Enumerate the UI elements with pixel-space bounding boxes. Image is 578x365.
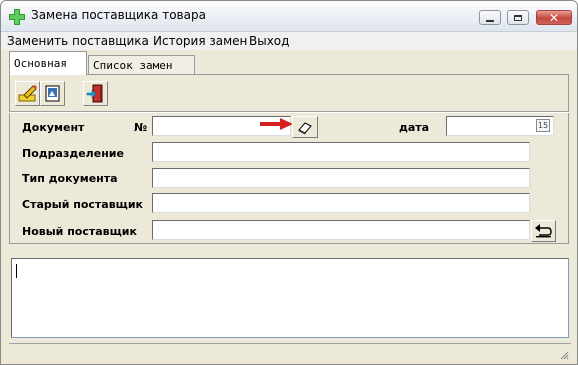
calendar-day: 15 [537, 121, 549, 130]
doctype-label: Тип документа [22, 172, 118, 185]
edit-button[interactable] [15, 81, 40, 106]
tab-main[interactable]: Основная [9, 51, 87, 75]
app-window: Замена поставщика товара ✕ Заменить пост… [0, 0, 578, 365]
document-icon [45, 85, 60, 102]
menu-history[interactable]: История замен [153, 34, 247, 48]
calendar-icon[interactable]: 15 [536, 119, 550, 132]
text-cursor [16, 264, 17, 278]
exit-door-icon [86, 84, 103, 103]
app-cross-icon [9, 9, 25, 25]
document-label: Документ [22, 121, 85, 134]
maximize-icon [514, 14, 522, 21]
department-field[interactable] [152, 142, 530, 162]
minimize-button[interactable] [479, 10, 501, 25]
exit-door-button[interactable] [83, 81, 108, 106]
menu-replace-supplier[interactable]: Заменить поставщика [7, 34, 149, 48]
toolbar-separator [9, 111, 569, 113]
pencil-edit-icon [18, 85, 37, 102]
notes-textarea[interactable] [11, 258, 569, 338]
doctype-field[interactable] [152, 168, 530, 188]
window-title: Замена поставщика товара [31, 8, 206, 22]
menu-bar: Заменить поставщика История замен Выход [1, 32, 577, 50]
close-icon: ✕ [548, 10, 560, 25]
undo-icon [535, 224, 552, 238]
minimize-icon [486, 19, 494, 22]
red-arrow-icon [260, 118, 293, 130]
date-label: дата [399, 121, 430, 134]
old-supplier-label: Старый поставщик [22, 198, 143, 211]
title-bar: Замена поставщика товара ✕ [1, 1, 577, 32]
old-supplier-field[interactable] [152, 193, 530, 213]
print-button[interactable] [40, 81, 65, 106]
department-label: Подразделение [22, 147, 124, 160]
tab-replacement-list[interactable]: Список замен [88, 55, 195, 74]
maximize-button[interactable] [507, 10, 529, 25]
resize-grip-icon[interactable] [559, 350, 569, 360]
new-supplier-field[interactable] [152, 220, 530, 240]
eraser-icon [298, 122, 312, 135]
close-button[interactable]: ✕ [536, 10, 572, 25]
new-supplier-label: Новый поставщик [22, 225, 137, 238]
document-select-button[interactable] [292, 116, 318, 138]
number-label: № [134, 121, 148, 134]
status-bar [9, 343, 571, 362]
menu-exit[interactable]: Выход [249, 34, 289, 48]
undo-button[interactable] [531, 220, 556, 242]
